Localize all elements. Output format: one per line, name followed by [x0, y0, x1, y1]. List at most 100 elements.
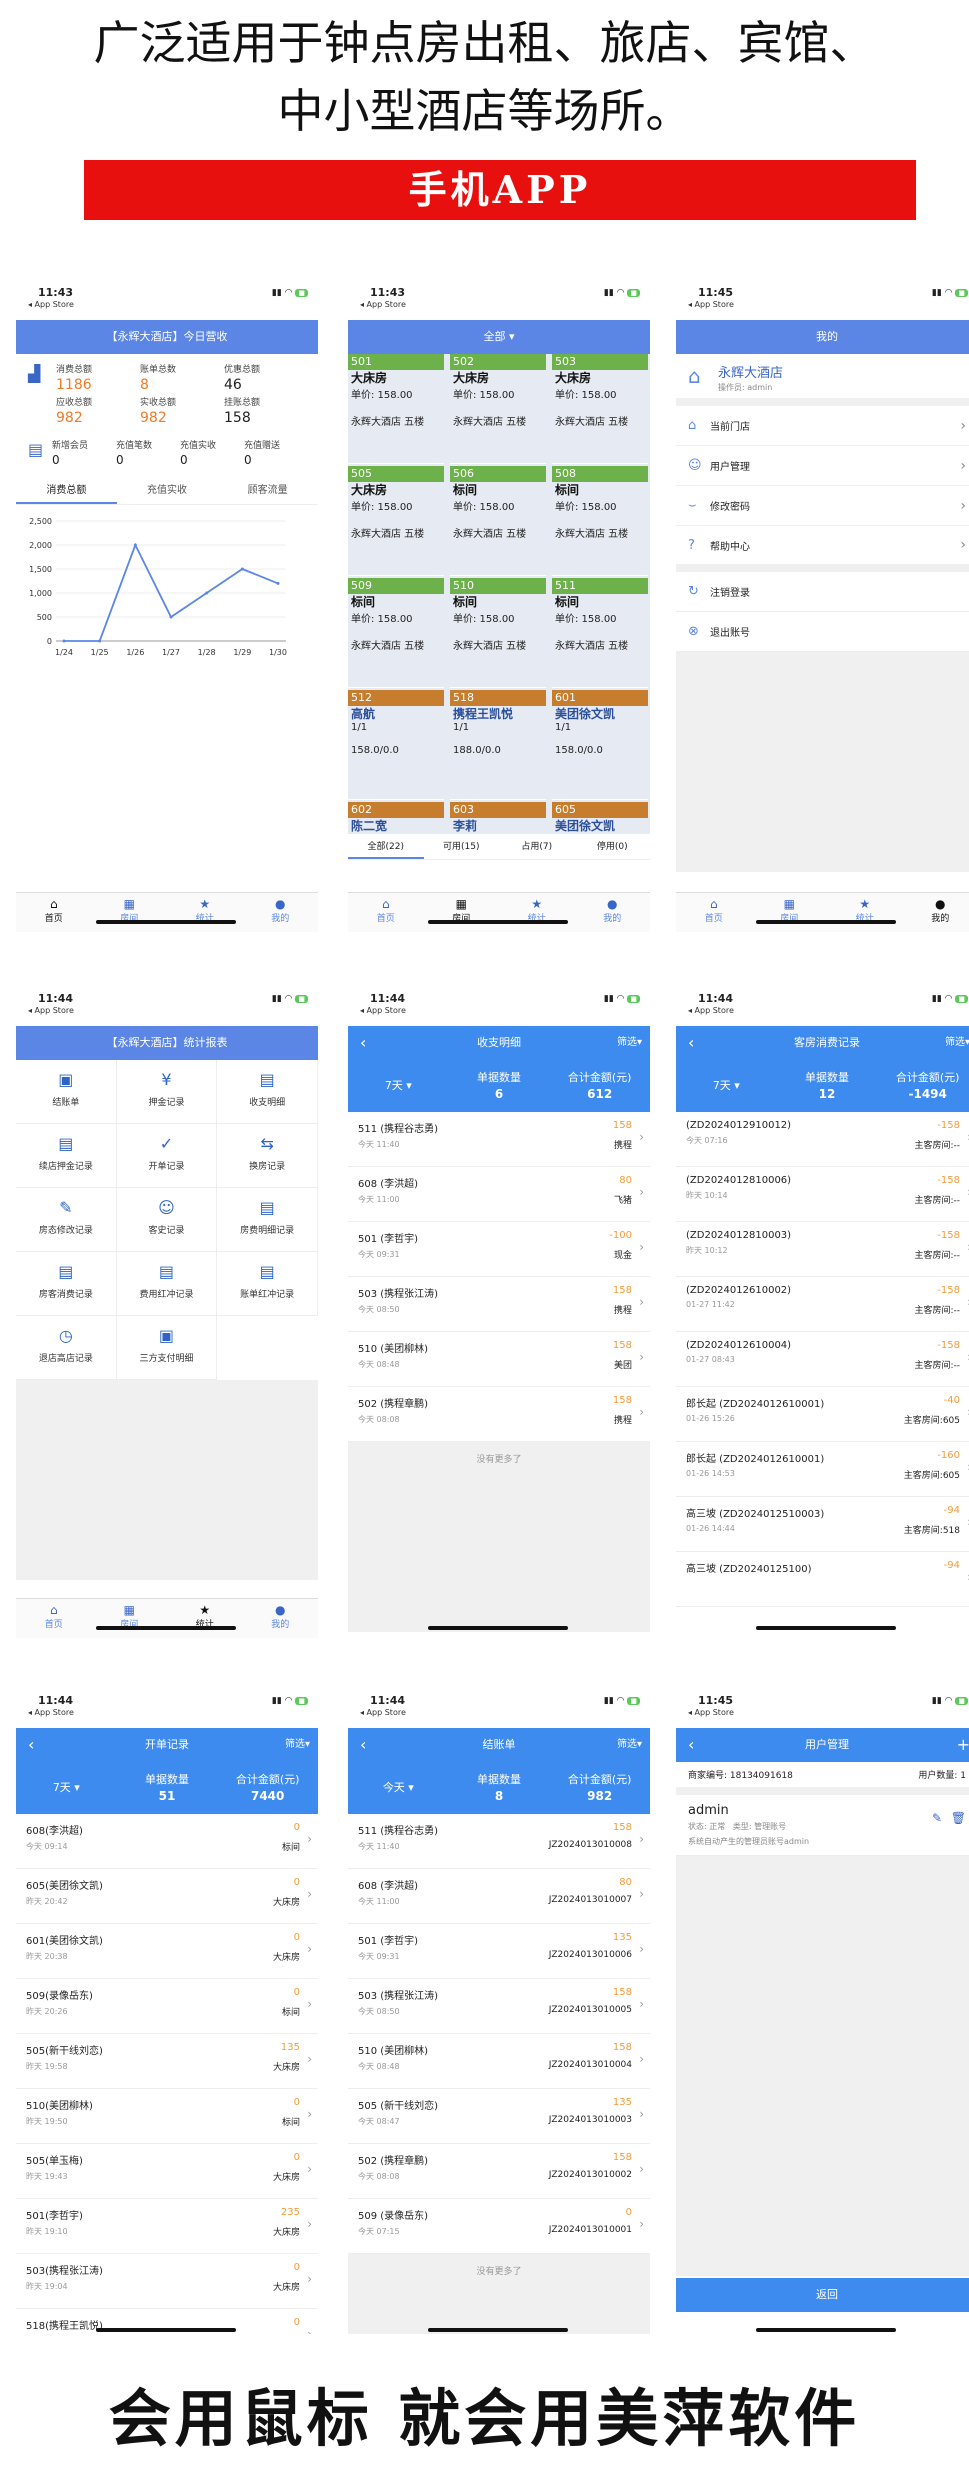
subtab-traffic[interactable]: 顾客流量: [217, 481, 318, 504]
back-to-app-store[interactable]: ◂ App Store: [360, 300, 406, 309]
tab-rooms[interactable]: ▦ 房间: [424, 893, 500, 932]
filter-button[interactable]: 筛选▾: [617, 1728, 642, 1762]
report-item[interactable]: ▤ 账单红冲记录: [217, 1252, 318, 1316]
menu-user-management[interactable]: ☺ 用户管理 ›: [676, 446, 969, 486]
list-item[interactable]: 601(美团徐文凯) 昨天 20:38 0 大床房 ›: [16, 1924, 318, 1979]
report-item[interactable]: ▤ 收支明细: [217, 1060, 318, 1124]
list-item[interactable]: 608 (李洪超) 今天 11:00 80 飞猪 ›: [348, 1167, 650, 1222]
list-item[interactable]: (ZD2024012610004)01-27 08:43-158主客房间:--›: [676, 1332, 969, 1387]
list-item[interactable]: 509(录像岳东) 昨天 20:26 0 标间 ›: [16, 1979, 318, 2034]
back-icon[interactable]: ‹: [360, 1728, 366, 1762]
report-item[interactable]: ▣ 三方支付明细: [116, 1316, 218, 1380]
room-card[interactable]: 602 陈二宽: [348, 802, 444, 834]
room-card[interactable]: 510 标间 单价: 158.00 永辉大酒店 五楼: [450, 578, 546, 688]
report-item[interactable]: ▤ 房费明细记录: [217, 1188, 318, 1252]
list-item[interactable]: 503 (携程张江涛) 今天 08:50 158 JZ2024013010005 ›: [348, 1979, 650, 2034]
back-to-app-store[interactable]: ◂ App Store: [688, 1006, 734, 1015]
list-item[interactable]: 503 (携程张江涛) 今天 08:50 158 携程 ›: [348, 1277, 650, 1332]
back-to-app-store[interactable]: ◂ App Store: [28, 1708, 74, 1717]
tab-home[interactable]: ⌂ 首页: [348, 893, 424, 932]
filter-button[interactable]: 筛选▾: [285, 1728, 310, 1762]
subtab-consumption[interactable]: 消费总额: [16, 481, 117, 504]
menu-current-store[interactable]: ⌂ 当前门店 ›: [676, 406, 969, 446]
list-item[interactable]: 503(携程张江涛) 昨天 19:04 0 大床房 ›: [16, 2254, 318, 2309]
tab-home[interactable]: ⌂ 首页: [676, 893, 752, 932]
filter-occupied[interactable]: 占用(7): [499, 834, 575, 859]
filter-button[interactable]: 筛选▾: [945, 1026, 969, 1060]
list-item[interactable]: 501 (李哲宇) 今天 09:31 -100 现金 ›: [348, 1222, 650, 1277]
list-item[interactable]: 505 (新干线刘恋) 今天 08:47 135 JZ2024013010003 ›: [348, 2089, 650, 2144]
list-item[interactable]: 511 (携程谷志勇) 今天 11:40 158 携程 ›: [348, 1112, 650, 1167]
room-card[interactable]: 518 携程王凯悦 1/1 188.0/0.0: [450, 690, 546, 800]
list-item[interactable]: 608(李洪超) 今天 09:14 0 标间 ›: [16, 1814, 318, 1869]
list-item[interactable]: 高三坡 (ZD20240125100)-94›: [676, 1552, 969, 1607]
room-card[interactable]: 601 美团徐文凯 1/1 158.0/0.0: [552, 690, 648, 800]
list-item[interactable]: 605(美团徐文凯) 昨天 20:42 0 大床房 ›: [16, 1869, 318, 1924]
period-select[interactable]: 今天 ▾: [348, 1780, 449, 1796]
list-item[interactable]: 501 (李哲宇) 今天 09:31 135 JZ2024013010006 ›: [348, 1924, 650, 1979]
back-to-app-store[interactable]: ◂ App Store: [28, 300, 74, 309]
user-card[interactable]: admin 状态: 正常 类型: 管理账号 系统自动产生的管理员账号admin …: [676, 1795, 969, 1856]
report-item[interactable]: ✎ 房态修改记录: [16, 1188, 117, 1252]
report-item[interactable]: ☺ 客史记录: [116, 1188, 218, 1252]
tab-stats[interactable]: ★ 统计: [167, 893, 243, 932]
period-select[interactable]: 7天 ▾: [16, 1780, 117, 1796]
back-icon[interactable]: ‹: [688, 1026, 694, 1060]
list-item[interactable]: 511 (携程谷志勇) 今天 11:40 158 JZ2024013010008 ›: [348, 1814, 650, 1869]
list-item[interactable]: 510 (美团柳林) 今天 08:48 158 美团 ›: [348, 1332, 650, 1387]
list-item[interactable]: 505(单玉梅) 昨天 19:43 0 大床房 ›: [16, 2144, 318, 2199]
report-item[interactable]: ▤ 费用红冲记录: [116, 1252, 218, 1316]
list-item[interactable]: 郎长起 (ZD2024012610001) 01-26 15:26 -40 主客房间:…: [676, 1387, 969, 1442]
list-item[interactable]: 509 (录像岳东) 今天 07:15 0 JZ2024013010001 ›: [348, 2199, 650, 2254]
menu-change-password[interactable]: ⌣ 修改密码 ›: [676, 486, 969, 526]
room-card[interactable]: 506 标间 单价: 158.00 永辉大酒店 五楼: [450, 466, 546, 576]
room-card[interactable]: 511 标间 单价: 158.00 永辉大酒店 五楼: [552, 578, 648, 688]
back-icon[interactable]: ‹: [28, 1728, 34, 1762]
back-to-app-store[interactable]: ◂ App Store: [360, 1708, 406, 1717]
back-to-app-store[interactable]: ◂ App Store: [688, 300, 734, 309]
filter-available[interactable]: 可用(15): [424, 834, 500, 859]
list-item[interactable]: 502 (携程章鹏) 今天 08:08 158 JZ2024013010002 ›: [348, 2144, 650, 2199]
list-item[interactable]: (ZD2024012810003)昨天 10:12-158主客房间:--›: [676, 1222, 969, 1277]
room-card[interactable]: 603 李莉: [450, 802, 546, 834]
room-card[interactable]: 605 美团徐文凯: [552, 802, 648, 834]
menu-logout[interactable]: ↻ 注销登录: [676, 572, 969, 612]
return-button[interactable]: 返回: [676, 2278, 969, 2312]
tab-rooms[interactable]: ▦ 房间: [752, 893, 828, 932]
tab-rooms[interactable]: ▦ 房间: [92, 893, 168, 932]
tab-home[interactable]: ⌂ 首页: [16, 1599, 92, 1638]
list-item[interactable]: (ZD2024012810006)昨天 10:14-158主客房间:--›: [676, 1167, 969, 1222]
list-item[interactable]: 502 (携程章鹏) 今天 08:08 158 携程 ›: [348, 1387, 650, 1442]
tab-mine[interactable]: ● 我的: [243, 1599, 319, 1638]
room-card[interactable]: 508 标间 单价: 158.00 永辉大酒店 五楼: [552, 466, 648, 576]
tab-stats[interactable]: ★ 统计: [167, 1599, 243, 1638]
tab-mine[interactable]: ● 我的: [575, 893, 651, 932]
back-to-app-store[interactable]: ◂ App Store: [28, 1006, 74, 1015]
room-card[interactable]: 509 标间 单价: 158.00 永辉大酒店 五楼: [348, 578, 444, 688]
tab-rooms[interactable]: ▦ 房间: [92, 1599, 168, 1638]
edit-icon[interactable]: ✎: [932, 1811, 942, 1825]
back-to-app-store[interactable]: ◂ App Store: [360, 1006, 406, 1015]
add-icon[interactable]: +: [957, 1728, 969, 1762]
room-card[interactable]: 503 大床房 单价: 158.00 永辉大酒店 五楼: [552, 354, 648, 464]
back-icon[interactable]: ‹: [688, 1728, 694, 1762]
room-card[interactable]: 512 高航 1/1 158.0/0.0: [348, 690, 444, 800]
list-item[interactable]: 505(新干线刘恋) 昨天 19:58 135 大床房 ›: [16, 2034, 318, 2089]
filter-all[interactable]: 全部(22): [348, 834, 424, 859]
tab-stats[interactable]: ★ 统计: [499, 893, 575, 932]
back-icon[interactable]: ‹: [360, 1026, 366, 1060]
menu-help[interactable]: ? 帮助中心 ›: [676, 526, 969, 572]
back-to-app-store[interactable]: ◂ App Store: [688, 1708, 734, 1717]
report-item[interactable]: ✓ 开单记录: [116, 1124, 218, 1188]
period-select[interactable]: 7天 ▾: [348, 1078, 449, 1094]
period-select[interactable]: 7天 ▾: [676, 1078, 777, 1094]
list-item[interactable]: 501(李哲宇) 昨天 19:10 235 大床房 ›: [16, 2199, 318, 2254]
report-item[interactable]: ⇆ 换房记录: [217, 1124, 318, 1188]
report-item[interactable]: ◷ 退店高店记录: [16, 1316, 117, 1380]
report-item[interactable]: ▤ 房客消费记录: [16, 1252, 117, 1316]
room-card[interactable]: 501 大床房 单价: 158.00 永辉大酒店 五楼: [348, 354, 444, 464]
list-item[interactable]: 608 (李洪超) 今天 11:00 80 JZ2024013010007 ›: [348, 1869, 650, 1924]
room-filter-dropdown[interactable]: 全部 ▾: [483, 330, 514, 343]
report-item[interactable]: ▣ 结账单: [16, 1060, 117, 1124]
list-item[interactable]: (ZD2024012610002)01-27 11:42-158主客房间:--›: [676, 1277, 969, 1332]
